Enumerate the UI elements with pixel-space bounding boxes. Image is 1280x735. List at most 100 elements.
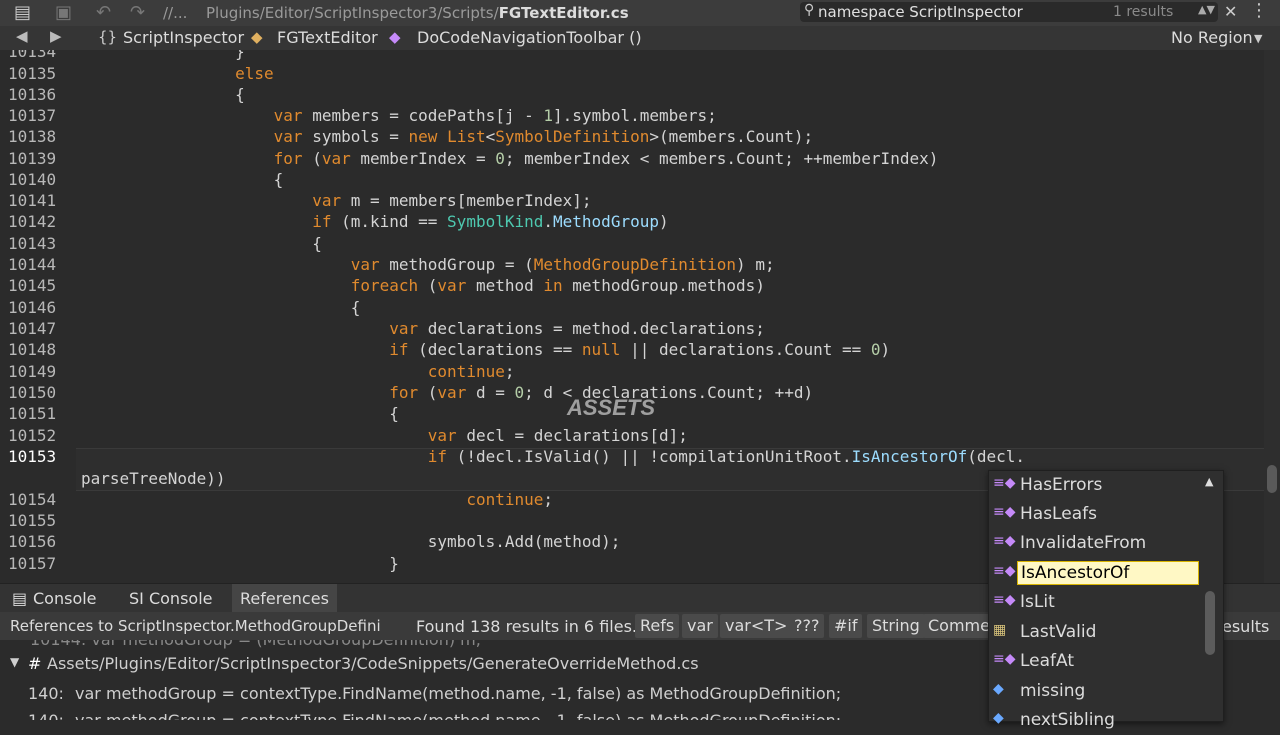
search-result-count: 1 results	[1113, 4, 1174, 20]
method-icon: ≡◆	[993, 533, 1016, 549]
completion-item[interactable]: ◆ missing	[989, 677, 1203, 706]
vertical-scrollbar[interactable]	[1264, 50, 1280, 583]
filter-var-generic-button[interactable]: var<T>	[720, 614, 793, 638]
open-file-icon[interactable]: ▤	[14, 2, 31, 24]
code-line: foreach (var method in methodGroup.metho…	[350, 276, 765, 295]
result-file-path[interactable]: Assets/Plugins/Editor/ScriptInspector3/C…	[47, 654, 699, 673]
line-number: 10155	[8, 511, 57, 530]
code-line: symbols.Add(method);	[81, 532, 621, 551]
line-number: 10138	[8, 127, 57, 146]
code-line: {	[81, 234, 322, 253]
filter-string-button[interactable]: String	[867, 614, 925, 638]
line-number: 10140	[8, 170, 57, 189]
file-path-prefix: Plugins/Editor/ScriptInspector3/Scripts/	[206, 4, 499, 22]
comment-toggle-button[interactable]: //...	[163, 4, 187, 22]
line-number: 10137	[8, 106, 57, 125]
line-number: 10156	[8, 532, 57, 551]
navigation-bar: ◀ ▶ {} ScriptInspector ◆ FGTextEditor ◆ …	[0, 26, 1280, 50]
method-icon: ≡◆	[993, 651, 1016, 667]
line-number: 10145	[8, 276, 57, 295]
tab-references[interactable]: References	[232, 584, 337, 613]
region-dropdown[interactable]: No Region	[1171, 28, 1253, 47]
line-number: 10147	[8, 319, 57, 338]
line-number: 10153	[8, 447, 57, 466]
code-line: if (!decl.IsValid() || !compilationUnitR…	[427, 447, 1026, 466]
code-line: {	[81, 85, 245, 104]
code-line-wrapped: parseTreeNode))	[81, 469, 226, 488]
popup-scrollbar-thumb[interactable]	[1205, 591, 1215, 655]
filter-comments-button[interactable]: Comme	[923, 614, 995, 638]
results-label: esults	[1222, 617, 1270, 636]
tab-console[interactable]: Console	[33, 589, 97, 608]
completion-item[interactable]: ≡◆ LeafAt	[989, 647, 1203, 676]
code-line: var decl = declarations[d];	[427, 426, 688, 445]
filter-var-button[interactable]: var	[682, 614, 718, 638]
search-input[interactable]: namespace ScriptInspector	[818, 3, 1023, 21]
top-toolbar: ▤ ▣ ↶ ↷ //... Plugins/Editor/ScriptInspe…	[0, 0, 1280, 26]
chevron-down-icon[interactable]: ▼	[1254, 32, 1262, 45]
file-name: FGTextEditor.cs	[498, 4, 629, 22]
breadcrumb-namespace[interactable]: ScriptInspector	[123, 28, 244, 47]
completion-item[interactable]: ▦ LastValid	[989, 618, 1203, 647]
result-line-number: 140:	[28, 684, 64, 703]
chevron-up-icon[interactable]: ▲	[1205, 475, 1213, 488]
code-line: for (var memberIndex = 0; memberIndex < …	[273, 149, 939, 168]
undo-icon[interactable]: ↶	[96, 2, 111, 24]
search-box[interactable]: ⚲ namespace ScriptInspector 1 results ▲▼	[800, 2, 1218, 22]
line-number: 10154	[8, 490, 57, 509]
save-icon[interactable]: ▣	[55, 2, 72, 24]
completion-item-selected[interactable]: ≡◆ IsAncestorOf	[989, 559, 1203, 588]
completion-item[interactable]: ◆ nextSibling	[989, 706, 1203, 735]
line-number: 10150	[8, 383, 57, 402]
forward-arrow-icon[interactable]: ▶	[50, 27, 62, 45]
result-line-number: 140:	[28, 711, 64, 720]
completion-item[interactable]: ≡◆ InvalidateFrom	[989, 529, 1203, 558]
line-number: 10149	[8, 362, 57, 381]
method-icon: ≡◆	[993, 563, 1016, 579]
completion-item[interactable]: ≡◆ HasLeafs	[989, 500, 1203, 529]
autocomplete-popup[interactable]: ≡◆ HasErrors ≡◆ HasLeafs ≡◆ InvalidateFrom …	[988, 470, 1224, 730]
result-line-text[interactable]: var methodGroup = contextType.FindName(m…	[75, 684, 841, 703]
breadcrumb-class[interactable]: FGTextEditor	[277, 28, 378, 47]
code-line: var declarations = method.declarations;	[389, 319, 765, 338]
line-number: 10139	[8, 149, 57, 168]
search-nav-arrows-icon[interactable]: ▲▼	[1198, 3, 1215, 16]
code-line: {	[81, 298, 361, 317]
redo-icon[interactable]: ↷	[130, 2, 145, 24]
code-line: for (var d = 0; d < declarations.Count; …	[389, 383, 814, 402]
console-list-icon: ▤	[12, 589, 28, 608]
close-search-icon[interactable]: ✕	[1224, 2, 1237, 21]
method-icon: ≡◆	[993, 475, 1016, 491]
result-overlap-line: 10144: var methodGroup = (MethodGroupDef…	[30, 640, 481, 649]
code-line: continue;	[427, 362, 515, 381]
expand-triangle-icon[interactable]: ▼	[10, 655, 19, 669]
line-number: 10151	[8, 404, 57, 423]
back-arrow-icon[interactable]: ◀	[16, 27, 28, 45]
code-line: {	[81, 170, 284, 189]
code-line: var m = members[memberIndex];	[312, 191, 592, 210]
method-icon: ≡◆	[993, 504, 1016, 520]
references-title: References to ScriptInspector.MethodGrou…	[10, 617, 381, 635]
filter-if-button[interactable]: #if	[829, 614, 863, 638]
line-number: 10143	[8, 234, 57, 253]
breadcrumb-method[interactable]: DoCodeNavigationToolbar ()	[417, 28, 642, 47]
code-line: if (declarations == null || declarations…	[389, 340, 891, 359]
filter-unknown-button[interactable]: ???	[789, 614, 825, 638]
completion-item[interactable]: ≡◆ IsLit	[989, 588, 1203, 617]
tab-si-console[interactable]: SI Console	[129, 589, 212, 608]
method-icon: ◆	[389, 28, 401, 46]
menu-icon[interactable]: ⋮	[1250, 0, 1268, 21]
scrollbar-thumb[interactable]	[1267, 465, 1277, 493]
result-line-text[interactable]: var methodGroup = contextType.FindName(m…	[75, 711, 841, 720]
line-number: 10146	[8, 298, 57, 317]
code-line: }	[81, 554, 399, 573]
completion-item[interactable]: ≡◆ HasErrors	[989, 471, 1203, 500]
code-line: var symbols = new List<SymbolDefinition>…	[273, 127, 814, 146]
line-number: 10152	[8, 426, 57, 445]
line-number: 10134	[8, 50, 57, 61]
filter-refs-button[interactable]: Refs	[635, 614, 680, 638]
file-path: Plugins/Editor/ScriptInspector3/Scripts/…	[206, 4, 629, 22]
line-number: 10135	[8, 64, 57, 83]
file-icon: #	[28, 654, 42, 673]
line-number: 10148	[8, 340, 57, 359]
